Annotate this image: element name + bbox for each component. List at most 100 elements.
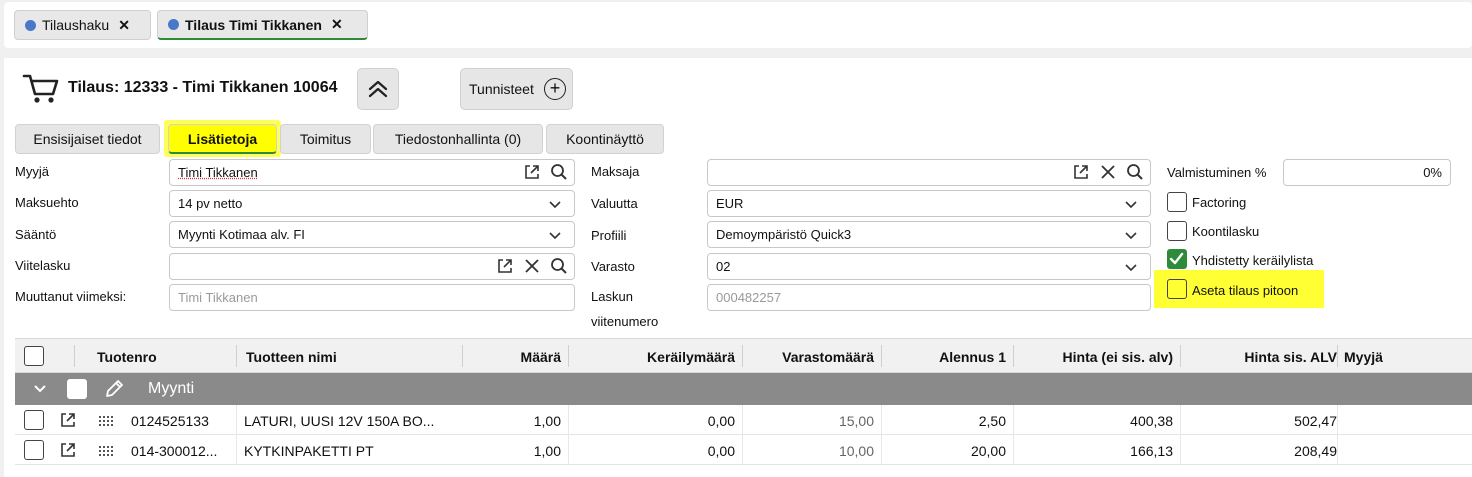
cell-price-inc-vat: 502,47 (1294, 413, 1337, 429)
payer-field[interactable] (707, 159, 1151, 186)
column-header-product-name[interactable]: Tuotteen nimi (246, 349, 337, 365)
hold-order-label: Aseta tilaus pitoon (1192, 283, 1299, 298)
profile-value: Demoympäristö Quick3 (716, 227, 852, 242)
seller-label: Myyjä (15, 164, 49, 179)
column-header-stock-quantity[interactable]: Varastomäärä (782, 349, 874, 365)
seller-value: Timi Tikkanen (178, 165, 258, 180)
tab-label: Toimitus (299, 131, 352, 147)
clear-icon[interactable] (1099, 163, 1117, 181)
hold-order-checkbox[interactable] (1167, 279, 1187, 299)
reference-invoice-label: Viitelasku (15, 258, 71, 273)
column-header-pick-quantity[interactable]: Keräilymäärä (647, 349, 735, 365)
completion-field[interactable]: 0% (1283, 159, 1451, 186)
search-icon[interactable] (1126, 163, 1144, 181)
column-header-discount[interactable]: Alennus 1 (939, 349, 1006, 365)
search-icon[interactable] (550, 163, 568, 181)
cell-pick-quantity: 0,00 (707, 443, 735, 459)
cell-product-name: LATURI, UUSI 12V 150A BO... (244, 413, 435, 429)
tab-label: Ensisijaiset tiedot (33, 131, 142, 147)
select-all-checkbox[interactable] (24, 346, 44, 366)
cell-separator (742, 435, 743, 465)
cell-separator (1180, 405, 1181, 435)
open-external-icon[interactable] (59, 441, 77, 459)
open-external-icon[interactable] (523, 163, 541, 181)
table-row[interactable]: 014-300012... KYTKINPAKETTI PT 1,00 0,00… (15, 435, 1472, 465)
open-tab-order[interactable]: Tilaus Timi Tikkanen ✕ (157, 10, 368, 40)
chevron-double-up-icon (368, 80, 388, 98)
tab-additional-info[interactable]: Lisätietoja (168, 124, 277, 154)
cell-separator (742, 405, 743, 435)
seller-field[interactable]: Timi Tikkanen (169, 159, 575, 186)
tab-dashboard[interactable]: Koontinäyttö (546, 124, 664, 154)
cell-price-ex-vat: 166,13 (1130, 443, 1173, 459)
tab-label: Koontinäyttö (566, 131, 644, 147)
tags-button[interactable]: Tunnisteet + (460, 68, 573, 110)
combined-invoice-checkbox[interactable] (1167, 221, 1187, 241)
cell-quantity: 1,00 (533, 413, 561, 429)
chevron-down-icon[interactable] (33, 383, 47, 395)
profile-select[interactable]: Demoympäristö Quick3 (707, 221, 1151, 248)
chevron-down-icon (549, 232, 561, 240)
column-separator (1180, 345, 1181, 367)
cell-quantity: 1,00 (533, 443, 561, 459)
grid-header: Tuotenro Tuotteen nimi Määrä Keräilymäär… (15, 338, 1472, 373)
drag-handle-icon[interactable] (99, 446, 113, 456)
open-external-icon[interactable] (496, 257, 514, 275)
tab-delivery[interactable]: Toimitus (280, 124, 371, 154)
combined-picklist-checkbox[interactable] (1167, 249, 1187, 269)
column-separator (742, 345, 743, 367)
cell-stock-quantity: 15,00 (838, 413, 874, 429)
column-separator (568, 345, 569, 367)
row-checkbox[interactable] (24, 410, 44, 430)
drag-handle-icon[interactable] (99, 416, 113, 426)
clear-icon[interactable] (523, 257, 541, 275)
tab-dot-icon (168, 19, 179, 30)
row-checkbox[interactable] (24, 440, 44, 460)
cell-product-no: 014-300012... (131, 443, 218, 459)
invoice-reference-field: 000482257 (707, 284, 1151, 311)
collapse-header-button[interactable] (357, 68, 399, 110)
cell-separator (1337, 405, 1338, 435)
tab-label: Lisätietoja (187, 130, 258, 147)
cell-separator (1013, 405, 1014, 435)
invoice-reference-label: Laskun (591, 289, 633, 304)
group-select-checkbox[interactable] (67, 379, 87, 399)
column-header-seller[interactable]: Myyjä (1344, 349, 1383, 365)
invoice-reference-label-line2: viitenumero (591, 314, 659, 329)
tab-primary-info[interactable]: Ensisijaiset tiedot (15, 124, 160, 154)
column-header-product-no[interactable]: Tuotenro (97, 349, 157, 365)
open-external-icon[interactable] (59, 411, 77, 429)
open-external-icon[interactable] (1072, 163, 1090, 181)
rule-select[interactable]: Myynti Kotimaa alv. FI (169, 221, 575, 248)
cell-product-name: KYTKINPAKETTI PT (244, 443, 374, 459)
currency-select[interactable]: EUR (707, 190, 1151, 217)
search-icon[interactable] (550, 257, 568, 275)
cell-pick-quantity: 0,00 (707, 413, 735, 429)
cell-price-inc-vat: 208,49 (1294, 443, 1337, 459)
tab-file-management[interactable]: Tiedostonhallinta (0) (373, 124, 543, 154)
completion-value: 0% (1423, 165, 1442, 180)
page-title: Tilaus: 12333 - Timi Tikkanen 10064 (68, 79, 338, 96)
close-icon[interactable]: ✕ (331, 16, 343, 33)
open-tab-order-search[interactable]: Tilaushaku ✕ (14, 10, 151, 40)
currency-label: Valuutta (591, 196, 638, 211)
cell-stock-quantity: 10,00 (838, 443, 874, 459)
edit-pencil-icon[interactable] (103, 378, 125, 400)
column-header-price-ex-vat[interactable]: Hinta (ei sis. alv) (1063, 349, 1173, 365)
warehouse-select[interactable]: 02 (707, 253, 1151, 280)
table-row[interactable]: 0124525133 LATURI, UUSI 12V 150A BO... 1… (15, 405, 1472, 435)
cell-separator (1013, 435, 1014, 465)
cell-discount: 20,00 (970, 443, 1006, 459)
reference-invoice-field[interactable] (169, 253, 575, 280)
factoring-checkbox[interactable] (1167, 192, 1187, 212)
combined-invoice-label: Koontilasku (1192, 224, 1260, 239)
currency-value: EUR (716, 196, 744, 211)
payment-term-select[interactable]: 14 pv netto (169, 190, 575, 217)
tags-label: Tunnisteet (469, 81, 534, 97)
column-header-quantity[interactable]: Määrä (521, 349, 561, 365)
tab-dot-icon (25, 19, 36, 31)
profile-label: Profiili (591, 228, 627, 243)
close-icon[interactable]: ✕ (118, 17, 130, 34)
column-separator (236, 345, 237, 367)
column-header-price-inc-vat[interactable]: Hinta sis. ALV (1244, 349, 1337, 365)
